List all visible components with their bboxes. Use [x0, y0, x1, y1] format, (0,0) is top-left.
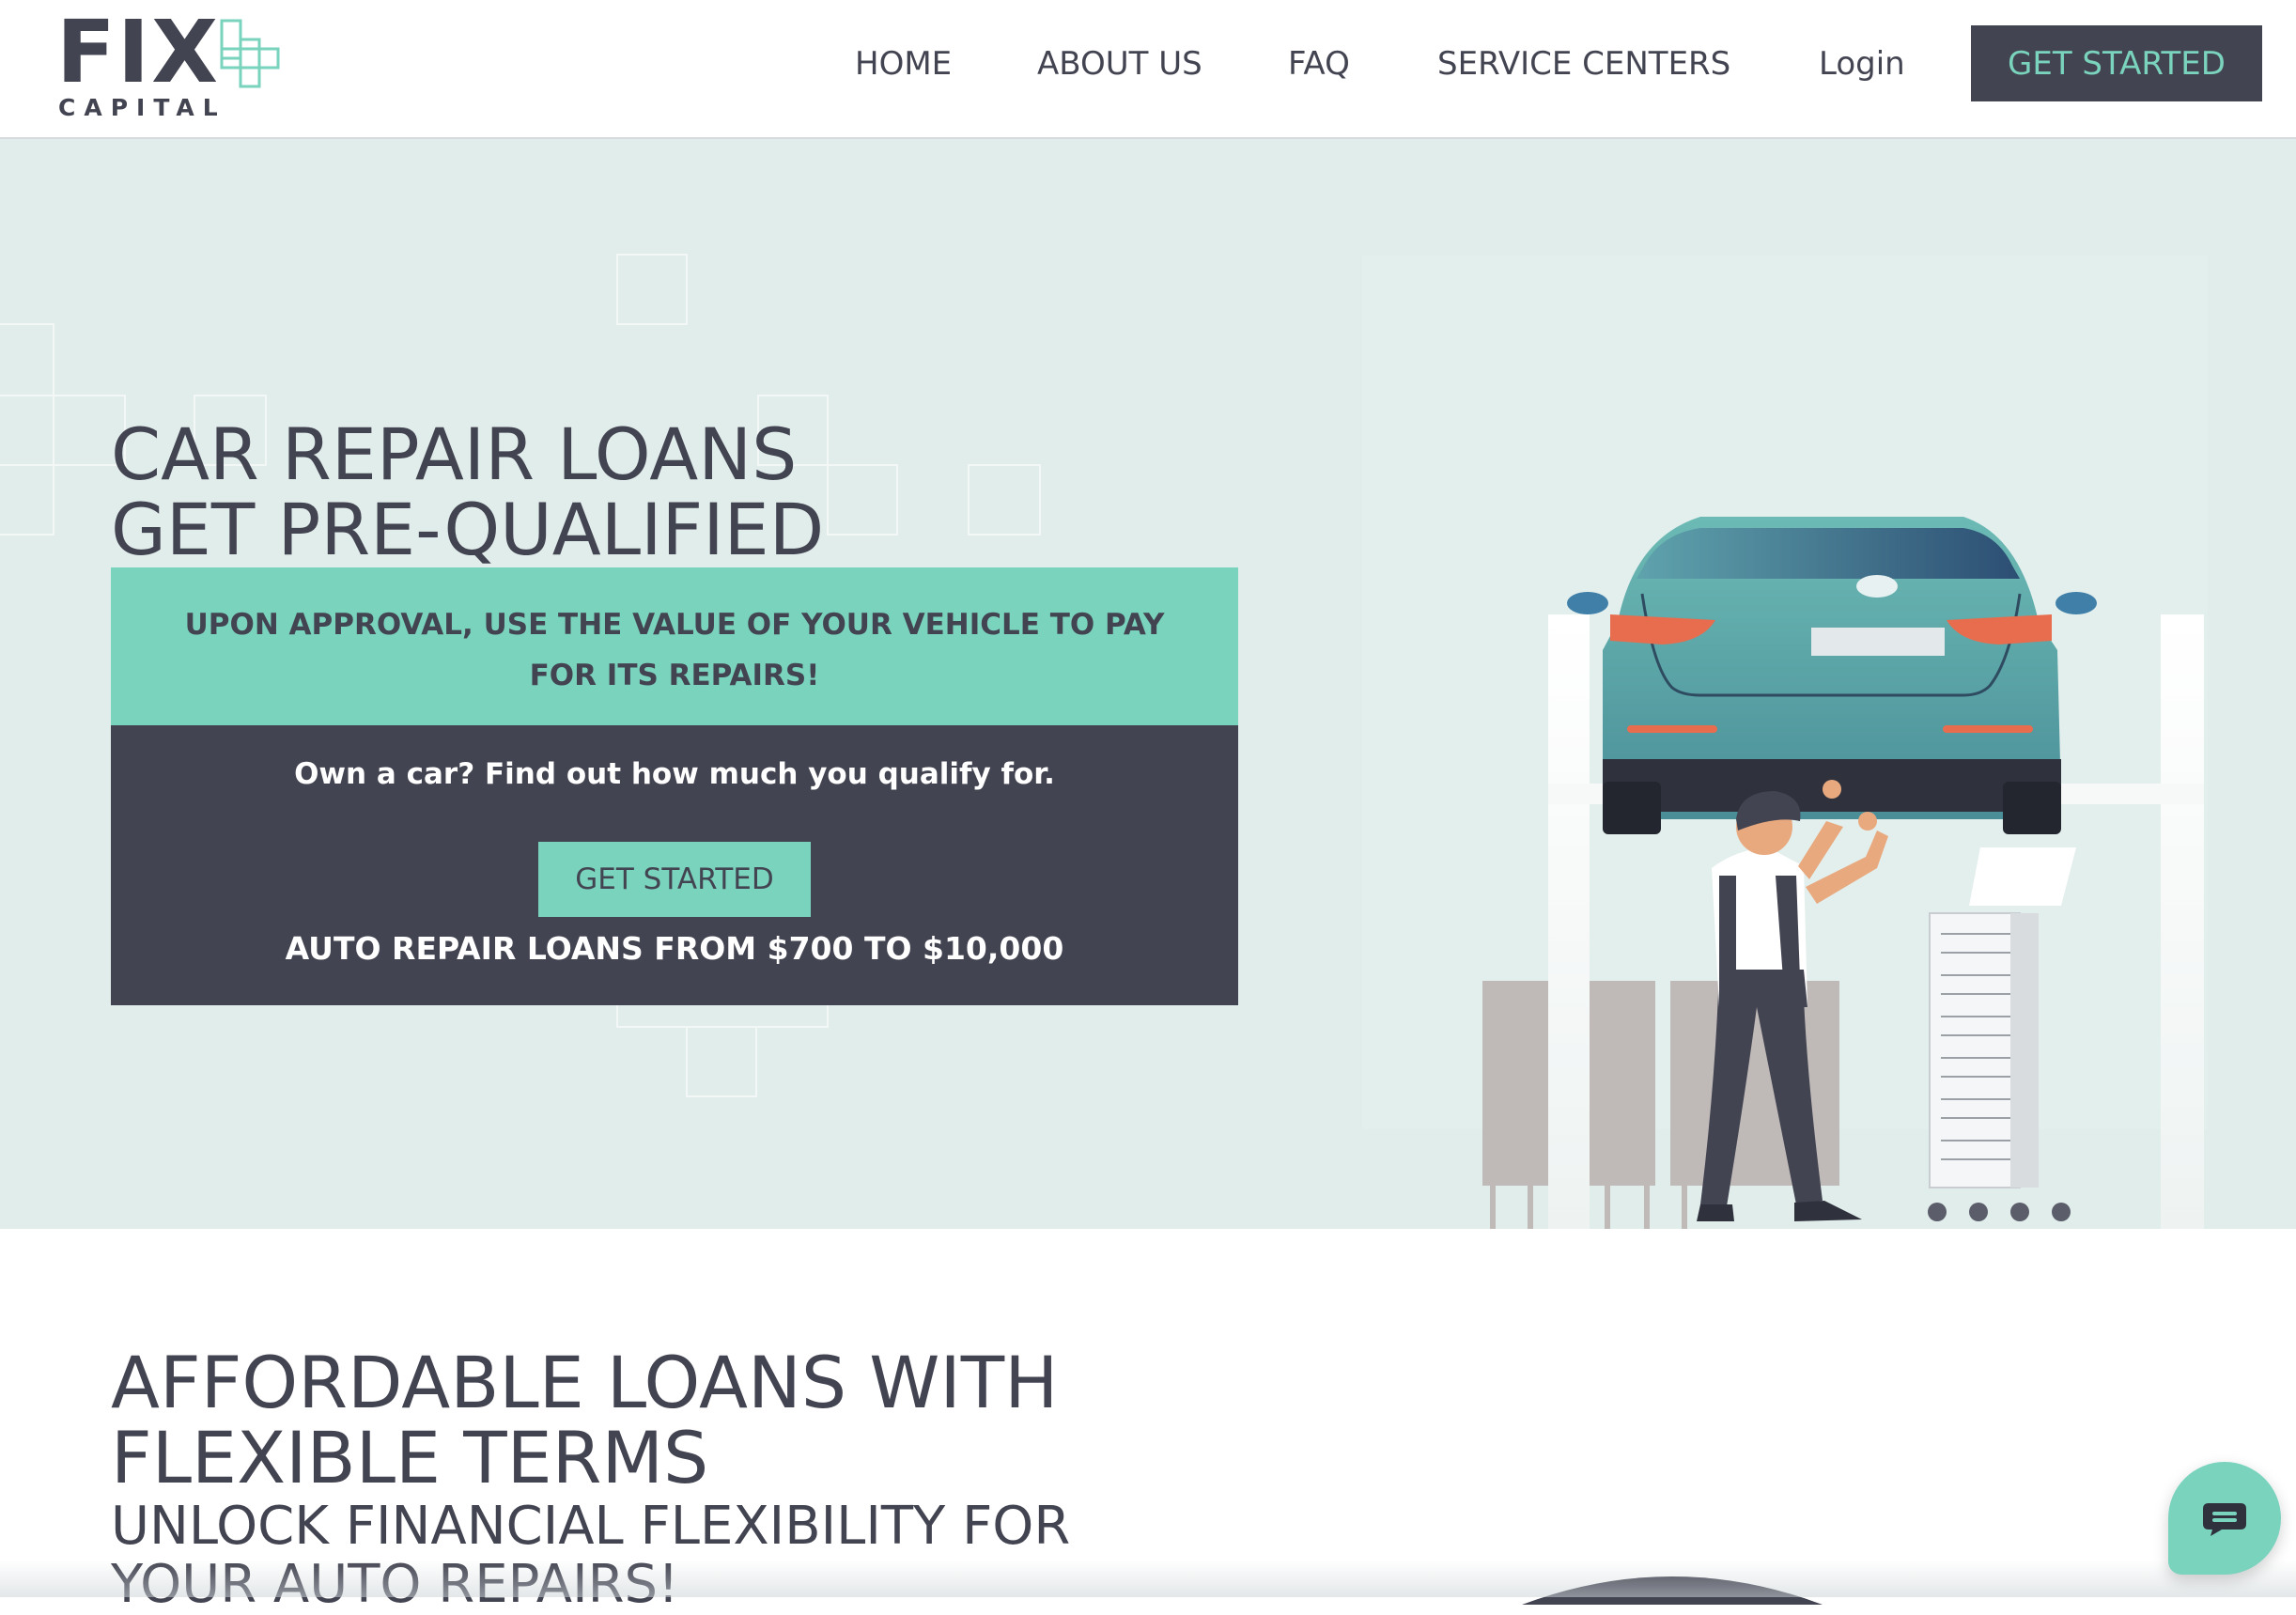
- hero-get-started-button[interactable]: GET STARTED: [538, 842, 811, 917]
- grid-square: [827, 464, 898, 536]
- qualify-question: Own a car? Find out how much you qualify…: [294, 757, 1055, 791]
- grid-square: [0, 323, 54, 396]
- hero-section: CAR REPAIR LOANS GET PRE-QUALIFIED UPON …: [0, 139, 2296, 1229]
- chat-bubble-icon: [2203, 1503, 2246, 1536]
- hero-title-line-2: GET PRE-QUALIFIED: [111, 488, 825, 571]
- nav-about-us[interactable]: ABOUT US: [1037, 44, 1202, 84]
- nav-login[interactable]: Login: [1819, 44, 1905, 84]
- qualify-panel: Own a car? Find out how much you qualify…: [111, 725, 1238, 1005]
- grid-square: [616, 1003, 829, 1028]
- section-subtitle-line-1: UNLOCK FINANCIAL FLEXIBILITY FOR: [111, 1496, 1071, 1557]
- grid-square: [0, 395, 54, 466]
- grid-square: [0, 464, 54, 536]
- section-title-line-1: AFFORDABLE LOANS WITH: [111, 1341, 1059, 1424]
- header-get-started-button[interactable]: GET STARTED: [1971, 25, 2262, 101]
- nav-home[interactable]: HOME: [855, 44, 952, 84]
- bottom-fade: [0, 1560, 2296, 1597]
- logo-wordmark: FIX: [56, 2, 221, 102]
- site-header: FIX CAPITAL HOME ABOUT US FAQ SERVICE CE…: [0, 0, 2296, 139]
- fix-capital-logo[interactable]: FIX CAPITAL: [56, 9, 282, 122]
- loan-range-text: AUTO REPAIR LOANS FROM $700 TO $10,000: [285, 930, 1064, 967]
- approval-banner: UPON APPROVAL, USE THE VALUE OF YOUR VEH…: [111, 567, 1238, 727]
- section-title: AFFORDABLE LOANS WITH FLEXIBLE TERMS: [111, 1345, 1058, 1496]
- grid-square: [616, 254, 688, 325]
- hero-title-line-1: CAR REPAIR LOANS: [111, 412, 798, 496]
- nav-service-centers[interactable]: SERVICE CENTERS: [1437, 44, 1730, 84]
- hero-title: CAR REPAIR LOANS GET PRE-QUALIFIED: [111, 417, 824, 567]
- chat-launcher-button[interactable]: [2168, 1462, 2281, 1575]
- plus-cross-icon: [220, 19, 280, 88]
- logo-subtitle: CAPITAL: [58, 94, 226, 121]
- mechanic-car-lift-illustration: [1362, 256, 2208, 1229]
- grid-square: [968, 464, 1041, 536]
- nav-faq[interactable]: FAQ: [1288, 44, 1350, 84]
- section-title-line-2: FLEXIBLE TERMS: [111, 1416, 709, 1499]
- grid-square: [686, 1026, 757, 1097]
